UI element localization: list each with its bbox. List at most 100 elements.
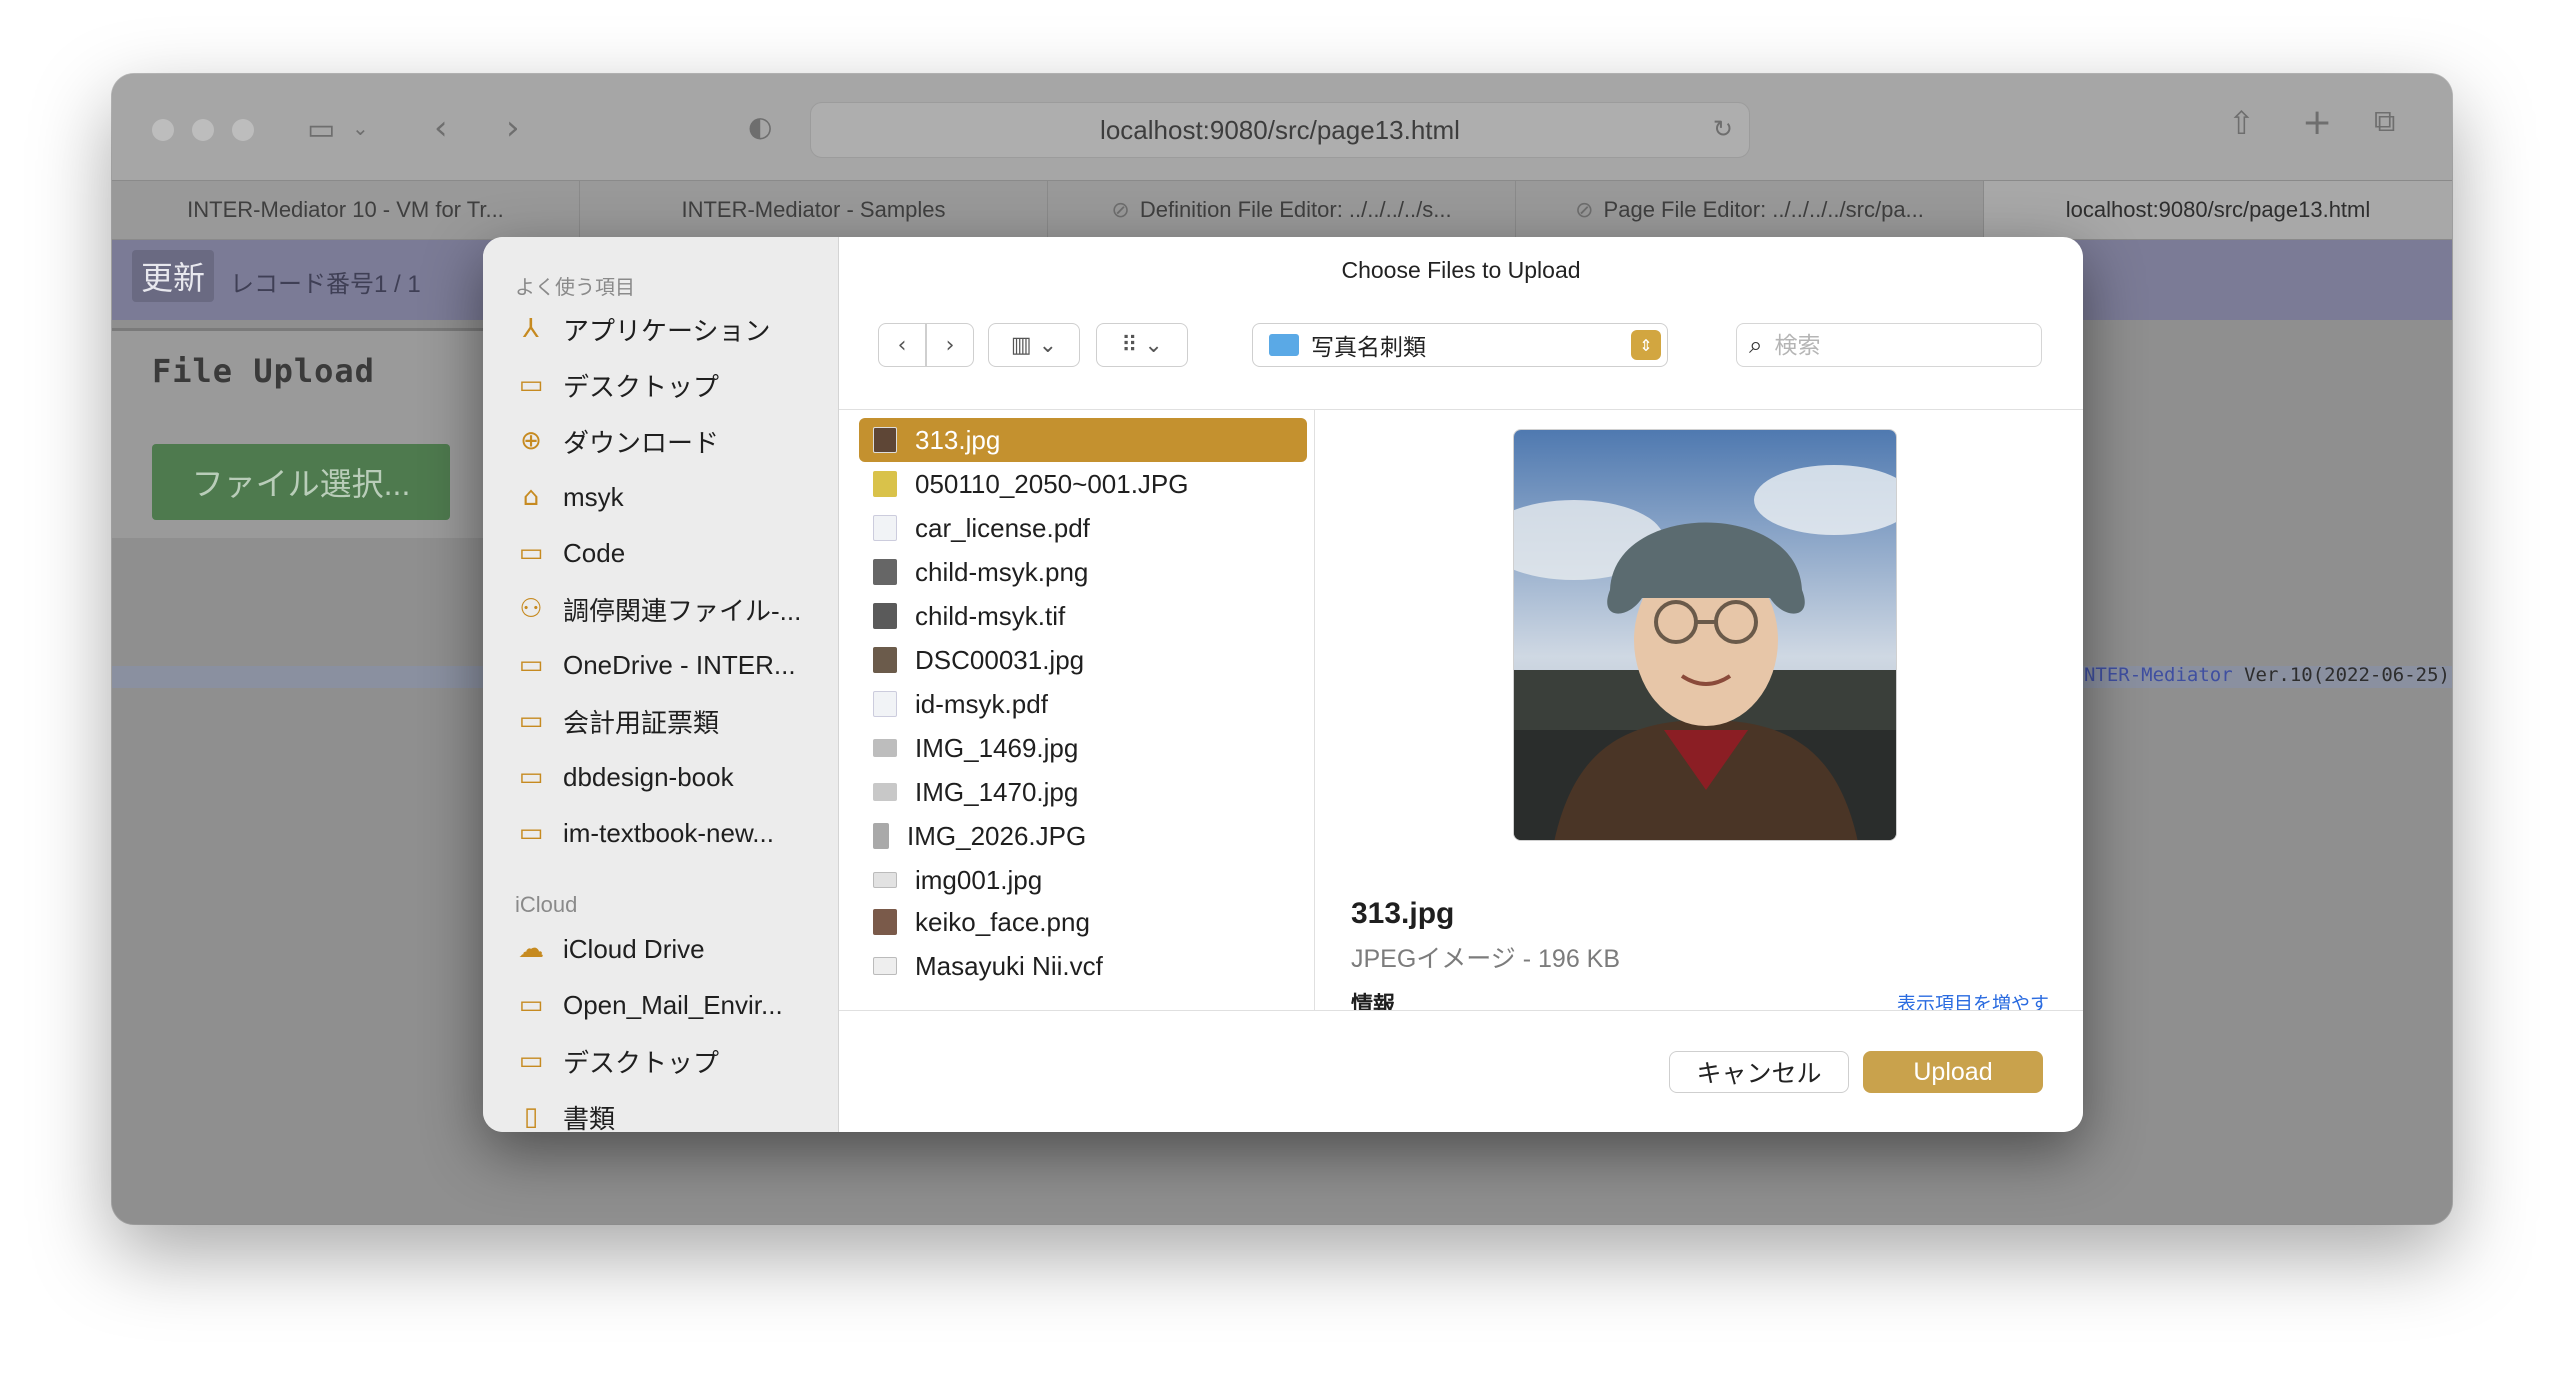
image-preview	[1513, 429, 1897, 841]
preview-file-name: 313.jpg	[1351, 897, 1455, 930]
sidebar-item-label: デスクトップ	[563, 371, 720, 402]
sidebar-item-icloud-drive[interactable]: ☁ iCloud Drive	[515, 929, 825, 969]
sidebar-item-label: 調停関連ファイル-...	[563, 595, 802, 626]
sidebar-item-onedrive[interactable]: ▭ OneDrive - INTER...	[515, 645, 825, 685]
desktop-icon: ▭	[518, 370, 544, 400]
sidebar-item-label: デスクトップ	[563, 1047, 720, 1078]
file-row[interactable]: IMG_1470.jpg	[859, 770, 1307, 814]
image-thumbnail	[873, 427, 897, 453]
sidebar-item-textbook[interactable]: ▭ im-textbook-new...	[515, 813, 825, 853]
product-link[interactable]: INTER-Mediator	[2073, 664, 2233, 686]
close-window-button[interactable]	[152, 119, 174, 141]
file-row[interactable]: 050110_2050~001.JPG	[859, 462, 1307, 506]
sidebar-item-shared-folder[interactable]: ⚇ 調停関連ファイル-...	[515, 589, 825, 629]
folder-icon: ▭	[518, 762, 544, 792]
tab-1[interactable]: INTER-Mediator 10 - VM for Tr...	[112, 181, 580, 239]
new-tab-icon[interactable]: +	[2302, 102, 2332, 143]
tab-4[interactable]: ⊘ Page File Editor: ../../../../src/pa..…	[1516, 181, 1984, 239]
address-bar[interactable]: localhost:9080/src/page13.html ↻	[810, 102, 1750, 158]
document-icon: ▯	[523, 1102, 539, 1132]
tab-overview-icon[interactable]: ⧉	[2374, 104, 2395, 139]
file-row-selected[interactable]: 313.jpg	[859, 418, 1307, 462]
sidebar-item-open-mail[interactable]: ▭ Open_Mail_Envir...	[515, 985, 825, 1025]
forward-button[interactable]: ›	[926, 323, 974, 367]
dialog-title: Choose Files to Upload	[1341, 257, 1581, 283]
file-row[interactable]: child-msyk.tif	[859, 594, 1307, 638]
file-name: car_license.pdf	[915, 512, 1090, 543]
sidebar-item-home[interactable]: ⌂ msyk	[515, 477, 825, 517]
zoom-window-button[interactable]	[232, 119, 254, 141]
sidebar-item-label: 会計用証票類	[563, 707, 720, 738]
version-label: INTER-Mediator Ver.10(2022-06-25)	[2073, 664, 2451, 686]
sidebar-item-label: ダウンロード	[563, 427, 720, 458]
file-name: img001.jpg	[915, 864, 1043, 895]
back-button[interactable]: ‹	[878, 323, 926, 367]
reload-icon[interactable]: ↻	[1713, 115, 1733, 143]
photo-preview	[1514, 430, 1896, 840]
cancel-button[interactable]: キャンセル	[1669, 1051, 1849, 1093]
browser-toolbar: ▭ ⌄ ‹ › ◐ localhost:9080/src/page13.html…	[112, 74, 2452, 180]
tab-bar: INTER-Mediator 10 - VM for Tr... INTER-M…	[112, 180, 2452, 240]
file-name: child-msyk.tif	[915, 600, 1066, 631]
tab-label: localhost:9080/src/page13.html	[2065, 197, 2371, 222]
sidebar-item-desktop[interactable]: ▭ デスクトップ	[515, 365, 825, 405]
sidebar-item-accounting[interactable]: ▭ 会計用証票類	[515, 701, 825, 741]
file-row[interactable]: id-msyk.pdf	[859, 682, 1307, 726]
file-select-button[interactable]: ファイル選択...	[152, 444, 450, 520]
grouping-button[interactable]: ⠿ ⌄	[1096, 323, 1188, 367]
file-row[interactable]: car_license.pdf	[859, 506, 1307, 550]
sidebar-item-label: Code	[563, 537, 626, 568]
file-row[interactable]: IMG_2026.JPG	[859, 814, 1307, 858]
file-name: 050110_2050~001.JPG	[915, 468, 1189, 499]
minimize-window-button[interactable]	[192, 119, 214, 141]
folder-icon	[1269, 334, 1299, 356]
sidebar-item-code[interactable]: ▭ Code	[515, 533, 825, 573]
pdf-icon	[873, 515, 897, 541]
file-row[interactable]: img001.jpg	[859, 858, 1307, 900]
home-icon: ⌂	[522, 482, 540, 512]
folder-icon: ▭	[518, 706, 544, 736]
folder-icon: ▭	[518, 538, 544, 568]
tab-label: INTER-Mediator 10 - VM for Tr...	[187, 197, 504, 222]
sidebar-toggle-icon[interactable]: ▭	[307, 112, 335, 147]
forward-button[interactable]: ›	[506, 108, 520, 148]
sidebar-item-downloads[interactable]: ⊕ ダウンロード	[515, 421, 825, 461]
chevron-down-icon[interactable]: ⌄	[352, 116, 369, 140]
sidebar-item-documents[interactable]: ▯ 書類	[515, 1097, 825, 1132]
search-input[interactable]	[1774, 331, 2015, 359]
image-thumbnail	[873, 872, 897, 888]
url-text: localhost:9080/src/page13.html	[1100, 114, 1460, 145]
file-row[interactable]: keiko_face.png	[859, 900, 1307, 944]
column-view-icon: ▥ ⌄	[1010, 332, 1058, 358]
image-thumbnail	[873, 783, 897, 801]
file-name: IMG_2026.JPG	[907, 820, 1087, 851]
update-button[interactable]: 更新	[132, 250, 214, 302]
column-view-button[interactable]: ▥ ⌄	[988, 323, 1080, 367]
file-upload-dialog: よく使う項目 ⅄ アプリケーション ▭ デスクトップ ⊕ ダウンロード ⌂ msyk ▭…	[483, 237, 2083, 1132]
image-thumbnail	[873, 647, 897, 673]
sidebar-item-label: msyk	[563, 481, 624, 512]
sidebar-item-label: Open_Mail_Envir...	[563, 989, 783, 1020]
image-thumbnail	[873, 823, 889, 849]
tab-3[interactable]: ⊘ Definition File Editor: ../../../../s.…	[1048, 181, 1516, 239]
tab-active[interactable]: localhost:9080/src/page13.html	[1984, 181, 2452, 239]
file-row[interactable]: IMG_1469.jpg	[859, 726, 1307, 770]
tab-label: INTER-Mediator - Samples	[681, 197, 946, 222]
folder-popup[interactable]: 写真名刺類 ⇕	[1252, 323, 1668, 367]
share-icon[interactable]: ⇧	[2228, 104, 2255, 142]
back-button[interactable]: ‹	[434, 108, 448, 148]
file-name: id-msyk.pdf	[915, 688, 1048, 719]
file-row[interactable]: DSC00031.jpg	[859, 638, 1307, 682]
search-field[interactable]: ⌕	[1736, 323, 2042, 367]
file-row[interactable]: Masayuki Nii.vcf	[859, 944, 1307, 988]
privacy-shield-icon[interactable]: ◐	[748, 110, 772, 143]
tab-2[interactable]: INTER-Mediator - Samples	[580, 181, 1048, 239]
sidebar-item-label: アプリケーション	[563, 315, 771, 346]
file-name: child-msyk.png	[915, 556, 1089, 587]
sidebar-item-dbdesign[interactable]: ▭ dbdesign-book	[515, 757, 825, 797]
icloud-heading: iCloud	[515, 892, 578, 917]
sidebar-item-icloud-desktop[interactable]: ▭ デスクトップ	[515, 1041, 825, 1081]
sidebar-item-applications[interactable]: ⅄ アプリケーション	[515, 309, 825, 349]
upload-button[interactable]: Upload	[1863, 1051, 2043, 1093]
file-row[interactable]: child-msyk.png	[859, 550, 1307, 594]
